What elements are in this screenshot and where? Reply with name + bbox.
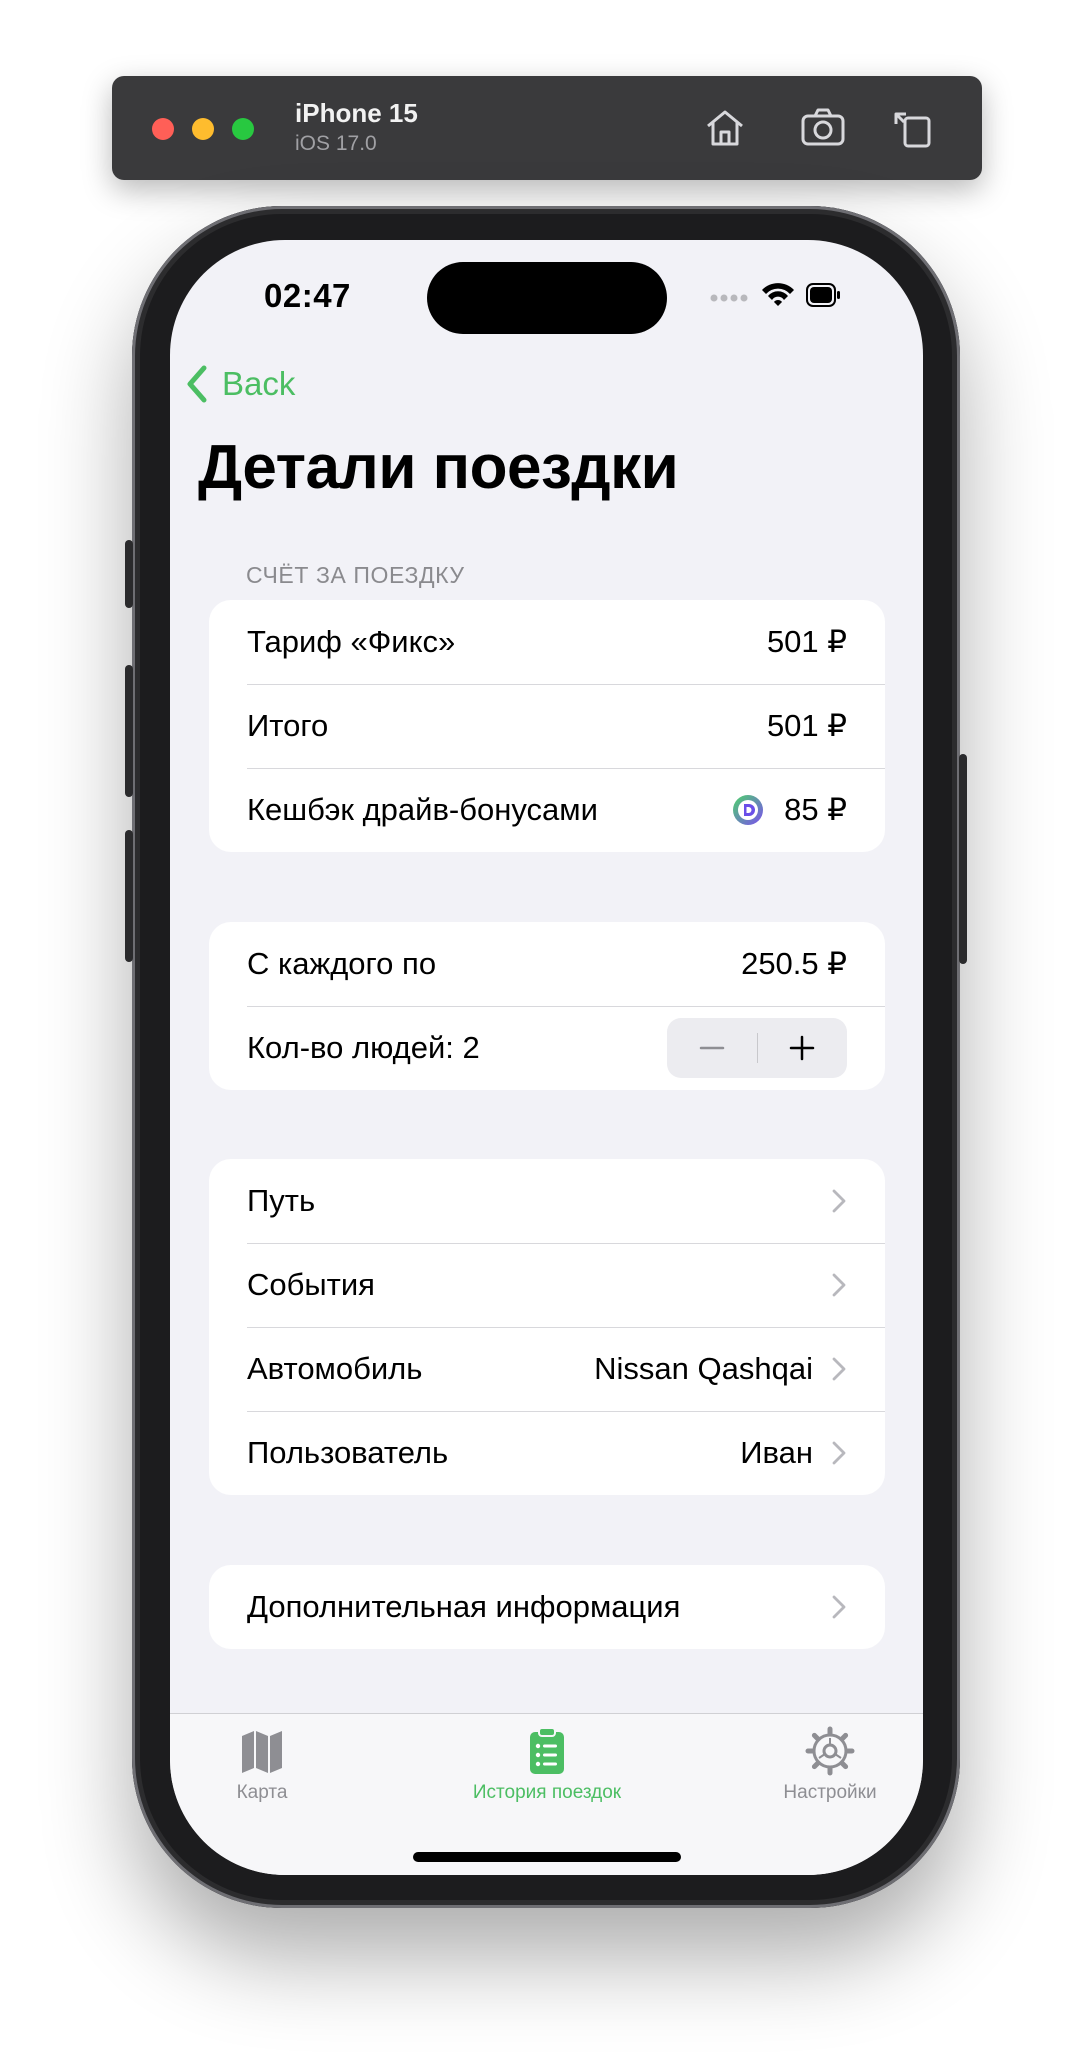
chevron-right-icon <box>832 1273 846 1297</box>
total-value: 501 ₽ <box>766 708 847 743</box>
phone-screen: 02:47 Back Детали поездки СЧЁТ ЗА ПОЕЗДК… <box>170 240 923 1875</box>
screenshot-icon[interactable] <box>798 104 848 152</box>
tariff-label: Тариф «Фикс» <box>247 624 456 659</box>
extra-info-row[interactable]: Дополнительная информация <box>209 1565 885 1649</box>
per-person-row: С каждого по 250.5 ₽ <box>209 922 885 1006</box>
page-title: Детали поездки <box>198 433 679 502</box>
chevron-right-icon <box>832 1357 846 1381</box>
home-indicator <box>413 1852 681 1862</box>
chevron-right-icon <box>832 1595 846 1619</box>
cashback-label: Кешбэк драйв-бонусами <box>247 792 598 827</box>
car-label: Автомобиль <box>247 1351 423 1386</box>
tab-ride-history[interactable]: История поездок <box>422 1726 672 1804</box>
zoom-window-button[interactable] <box>232 118 254 140</box>
tab-map[interactable]: Карта <box>170 1726 387 1804</box>
drive-bonus-icon <box>733 795 764 825</box>
extra-info-label: Дополнительная информация <box>247 1589 681 1624</box>
car-row[interactable]: Автомобиль Nissan Qashqai <box>209 1327 885 1411</box>
chevron-right-icon <box>832 1189 846 1213</box>
chevron-left-icon <box>187 365 207 403</box>
close-window-button[interactable] <box>152 118 174 140</box>
wifi-icon <box>762 283 794 306</box>
tariff-value: 501 ₽ <box>766 624 847 659</box>
user-label: Пользователь <box>247 1435 449 1470</box>
tab-settings[interactable]: Настройки <box>705 1726 923 1804</box>
route-row[interactable]: Путь <box>209 1159 885 1243</box>
device-name: iPhone 15 <box>295 98 418 128</box>
route-label: Путь <box>247 1183 316 1218</box>
gear-icon <box>805 1726 855 1776</box>
cashback-value: 85 ₽ <box>784 792 847 827</box>
user-row[interactable]: Пользователь Иван <box>209 1411 885 1495</box>
extra-info-card: Дополнительная информация <box>209 1565 885 1649</box>
back-button-label: Back <box>222 365 296 402</box>
battery-icon <box>806 283 840 307</box>
events-row[interactable]: События <box>209 1243 885 1327</box>
volume-down-button <box>125 830 133 962</box>
volume-up-button <box>125 665 133 797</box>
rotate-icon[interactable] <box>888 104 938 152</box>
details-card: Путь События Автомобиль Nissan Qashqai П… <box>209 1159 885 1495</box>
split-card: С каждого по 250.5 ₽ Кол-во людей: 2 <box>209 922 885 1090</box>
people-count-stepper[interactable] <box>667 1018 847 1078</box>
bill-section-header: СЧЁТ ЗА ПОЕЗДКУ <box>246 562 465 588</box>
home-icon[interactable] <box>700 104 750 152</box>
total-row: Итого 501 ₽ <box>209 684 885 768</box>
cellular-icon <box>710 294 748 302</box>
minimize-window-button[interactable] <box>192 118 214 140</box>
car-value: Nissan Qashqai <box>594 1351 813 1386</box>
events-label: События <box>247 1267 375 1302</box>
people-count-label: Кол-во людей: 2 <box>247 1030 480 1065</box>
action-button <box>125 540 133 608</box>
user-value: Иван <box>740 1435 813 1470</box>
tab-bar: Карта История поездок Настройки <box>170 1713 923 1875</box>
per-person-label: С каждого по <box>247 946 437 981</box>
bill-card: Тариф «Фикс» 501 ₽ Итого 501 ₽ Кешбэк др… <box>209 600 885 852</box>
total-label: Итого <box>247 708 329 743</box>
people-count-row: Кол-во людей: 2 <box>209 1006 885 1090</box>
clipboard-list-icon <box>530 1727 564 1774</box>
map-icon <box>242 1731 282 1773</box>
tab-map-label: Карта <box>236 1782 288 1803</box>
dynamic-island <box>427 262 667 334</box>
plus-icon <box>790 1035 815 1061</box>
tariff-row: Тариф «Фикс» 501 ₽ <box>209 600 885 684</box>
power-button <box>959 754 967 964</box>
per-person-value: 250.5 ₽ <box>741 946 847 981</box>
decrement-button[interactable] <box>667 1018 757 1078</box>
increment-button[interactable] <box>758 1018 848 1078</box>
cashback-row: Кешбэк драйв-бонусами 85 ₽ <box>209 768 885 852</box>
status-icons <box>710 280 840 310</box>
simulator-toolbar: iPhone 15 iOS 17.0 <box>112 76 982 180</box>
tab-ride-history-label: История поездок <box>472 1782 622 1803</box>
minus-icon <box>699 1046 724 1050</box>
chevron-right-icon <box>832 1441 846 1465</box>
back-button[interactable]: Back <box>184 362 295 406</box>
status-time: 02:47 <box>264 277 351 314</box>
tab-settings-label: Настройки <box>783 1782 877 1803</box>
device-os-version: iOS 17.0 <box>295 132 377 155</box>
